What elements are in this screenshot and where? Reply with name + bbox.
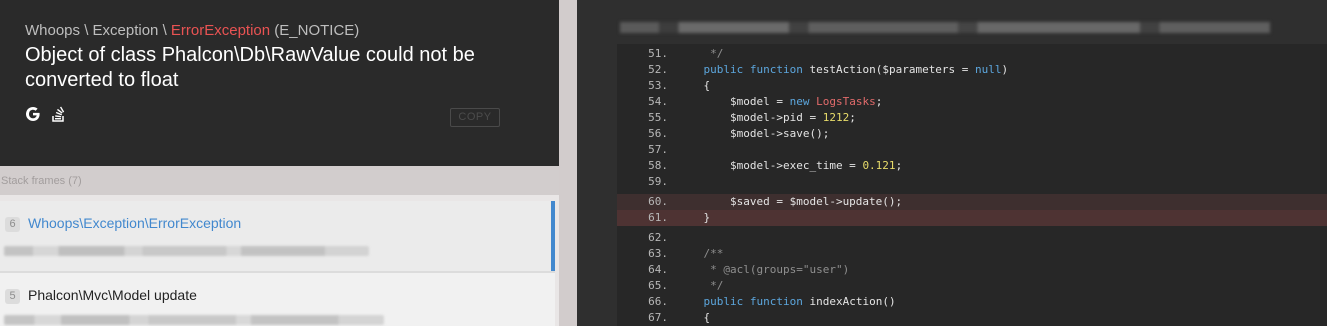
code-line: 57. [617, 142, 1327, 158]
frame-file-path [4, 246, 369, 256]
code-line: 59. [617, 174, 1327, 190]
code-line: 55. $model->pid = 1212; [617, 110, 1327, 126]
line-number: 60. [648, 195, 668, 208]
line-code: $model->exec_time = 0.121; [677, 159, 903, 172]
file-path [620, 22, 1270, 33]
line-number: 57. [648, 143, 668, 156]
exception-header: Whoops \ Exception \ ErrorException (E_N… [0, 0, 559, 166]
stack-frame[interactable]: 5 Phalcon\Mvc\Model update [0, 273, 555, 326]
line-code: $model->save(); [677, 127, 830, 140]
line-number: 56. [648, 127, 668, 140]
code-line: 56. $model->save(); [617, 126, 1327, 142]
line-number: 59. [648, 175, 668, 188]
frame-class: Phalcon\Mvc\Model update [28, 287, 197, 303]
stackoverflow-icon[interactable] [52, 106, 66, 122]
code-panel: 51. */52. public function testAction($pa… [577, 0, 1327, 326]
line-number: 58. [648, 159, 668, 172]
line-code: public function indexAction() [703, 295, 896, 308]
line-number: 51. [648, 47, 668, 60]
line-code: public function testAction($parameters =… [703, 63, 1009, 76]
line-code: $model = new LogsTasks; [677, 95, 883, 108]
exception-message: Object of class Phalcon\Db\RawValue coul… [25, 44, 475, 91]
code-line: 63. /** [617, 246, 1327, 262]
line-code: $model->pid = 1212; [677, 111, 856, 124]
line-code: /** [677, 247, 724, 260]
code-line: 61. } [617, 210, 1327, 226]
code-line: 51. */ [617, 46, 1327, 62]
frame-file-path [4, 315, 384, 325]
line-code: */ [677, 47, 724, 60]
line-number: 66. [648, 295, 668, 308]
code-line: 64. * @acl(groups="user") [617, 262, 1327, 278]
frame-index: 5 [5, 289, 20, 304]
line-number: 53. [648, 79, 668, 92]
code-line: 53. { [617, 78, 1327, 94]
stack-frame[interactable]: 6 Whoops\Exception\ErrorException [0, 201, 555, 271]
code-line: 65. */ [617, 278, 1327, 294]
code-viewer: 51. */52. public function testAction($pa… [617, 44, 1327, 326]
line-code: * @acl(groups="user") [677, 263, 850, 276]
line-number: 63. [648, 247, 668, 260]
code-line: 66. public function indexAction() [617, 294, 1327, 310]
line-code: { [677, 311, 711, 324]
line-number: 55. [648, 111, 668, 124]
exception-class: ErrorException [170, 22, 271, 39]
copy-button[interactable]: COPY [450, 108, 500, 127]
exception-namespace: Whoops \ Exception \ [25, 22, 171, 39]
line-number: 54. [648, 95, 668, 108]
code-line: 62. [617, 230, 1327, 246]
code-line: 52. public function testAction($paramete… [617, 62, 1327, 78]
line-number: 62. [648, 231, 668, 244]
line-code: { [677, 79, 711, 92]
line-number: 67. [648, 311, 668, 324]
line-code: */ [677, 279, 724, 292]
line-number: 64. [648, 263, 668, 276]
frame-class: Whoops\Exception\ErrorException [28, 215, 242, 231]
code-line: 58. $model->exec_time = 0.121; [617, 158, 1327, 174]
google-search-icon[interactable] [25, 106, 41, 122]
code-line: 54. $model = new LogsTasks; [617, 94, 1327, 110]
panel-divider [559, 0, 577, 326]
line-number: 65. [648, 279, 668, 292]
line-code: } [677, 211, 711, 224]
exception-code: (E_NOTICE) [270, 22, 360, 39]
line-number: 52. [648, 63, 668, 76]
code-line: 67. { [617, 310, 1327, 326]
left-panel: Whoops \ Exception \ ErrorException (E_N… [0, 0, 559, 326]
exception-type: Whoops \ Exception \ ErrorException (E_N… [25, 22, 359, 39]
line-number: 61. [648, 211, 668, 224]
code-line: 60. $saved = $model->update(); [617, 194, 1327, 210]
line-code: $saved = $model->update(); [677, 195, 903, 208]
stack-frames-label: Stack frames (7) [0, 166, 559, 195]
frame-index: 6 [5, 217, 20, 232]
